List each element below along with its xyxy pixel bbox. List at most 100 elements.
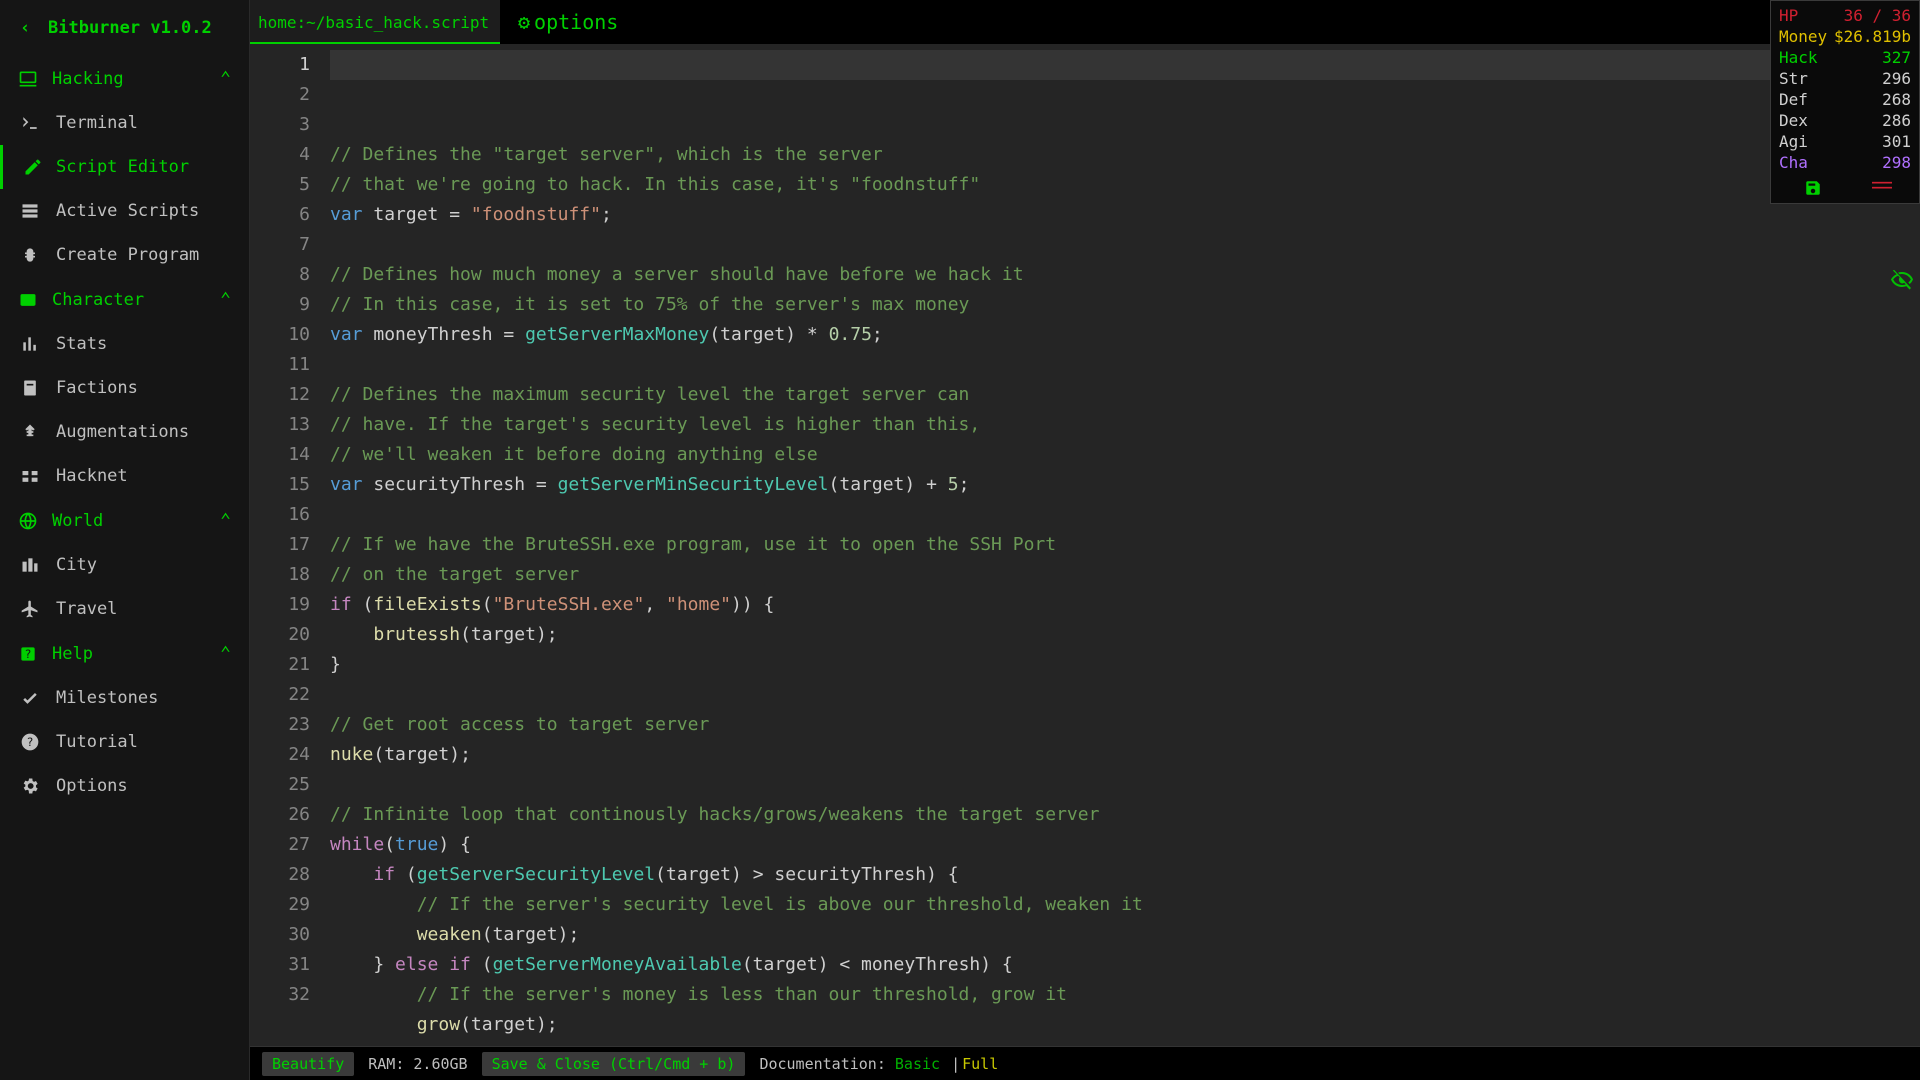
doc-basic-link[interactable]: Basic (895, 1055, 940, 1073)
app-title[interactable]: ‹ Bitburner v1.0.2 (0, 10, 249, 56)
nav-script-editor[interactable]: Script Editor (0, 145, 249, 189)
options-button[interactable]: ⚙ options (500, 0, 636, 44)
code-line[interactable]: // that we're going to hack. In this cas… (330, 170, 1920, 200)
nav-stats[interactable]: Stats (0, 322, 249, 366)
code-line[interactable]: // Infinite loop that continously hacks/… (330, 800, 1920, 830)
beautify-button[interactable]: Beautify (262, 1052, 354, 1076)
code-line[interactable] (330, 680, 1920, 710)
main-area: home:~/basic_hack.script ⚙ options 12345… (250, 0, 1920, 1080)
doc-label: Documentation: Basic |Full (759, 1055, 998, 1073)
section-hacking[interactable]: Hacking (0, 56, 249, 101)
money-value: $26.819b (1834, 27, 1911, 46)
code-line[interactable] (330, 230, 1920, 260)
code-editor[interactable]: 1234567891011121314151617181920212223242… (250, 44, 1920, 1046)
section-label: Help (52, 644, 93, 664)
contacts-icon (20, 378, 40, 398)
editor-tabs: home:~/basic_hack.script ⚙ options (250, 0, 1920, 44)
line-number: 15 (250, 470, 310, 500)
code-line[interactable]: // have. If the target's security level … (330, 410, 1920, 440)
line-number: 31 (250, 950, 310, 980)
line-number: 29 (250, 890, 310, 920)
code-line[interactable]: } (330, 650, 1920, 680)
line-number: 26 (250, 800, 310, 830)
city-icon (20, 555, 40, 575)
nav-label: Active Scripts (56, 201, 199, 221)
nav-label: City (56, 555, 97, 575)
nav-tutorial[interactable]: ? Tutorial (0, 720, 249, 764)
section-label: Character (52, 290, 144, 310)
save-close-button[interactable]: Save & Close (Ctrl/Cmd + b) (482, 1052, 746, 1076)
hp-value: 36 / 36 (1844, 6, 1911, 25)
code-line[interactable]: } else if (getServerMoneyAvailable(targe… (330, 950, 1920, 980)
card-icon (18, 290, 38, 310)
code-line[interactable]: // Defines the maximum security level th… (330, 380, 1920, 410)
code-line[interactable]: // Defines how much money a server shoul… (330, 260, 1920, 290)
chevron-up-icon (220, 643, 231, 664)
code-line[interactable]: var securityThresh = getServerMinSecurit… (330, 470, 1920, 500)
code-area[interactable]: // Defines the "target server", which is… (330, 44, 1920, 1046)
code-line[interactable]: brutessh(target); (330, 620, 1920, 650)
code-line[interactable] (330, 500, 1920, 530)
section-label: Hacking (52, 69, 124, 89)
line-number: 18 (250, 560, 310, 590)
line-number: 4 (250, 140, 310, 170)
code-line[interactable] (330, 350, 1920, 380)
terminal-icon (20, 113, 40, 133)
line-number: 28 (250, 860, 310, 890)
code-line[interactable]: } else { (330, 1040, 1920, 1046)
nav-label: Augmentations (56, 422, 189, 442)
line-number: 11 (250, 350, 310, 380)
code-line[interactable]: var moneyThresh = getServerMaxMoney(targ… (330, 320, 1920, 350)
section-world[interactable]: World (0, 498, 249, 543)
section-help[interactable]: ? Help (0, 631, 249, 676)
nav-create-program[interactable]: Create Program (0, 233, 249, 277)
code-line[interactable]: var target = "foodnstuff"; (330, 200, 1920, 230)
code-line[interactable]: nuke(target); (330, 740, 1920, 770)
nav-milestones[interactable]: Milestones (0, 676, 249, 720)
tab-active-file[interactable]: home:~/basic_hack.script (250, 0, 500, 44)
code-line[interactable]: // In this case, it is set to 75% of the… (330, 290, 1920, 320)
code-line[interactable]: // on the target server (330, 560, 1920, 590)
cha-value: 298 (1882, 153, 1911, 172)
nav-terminal[interactable]: Terminal (0, 101, 249, 145)
laptop-icon (18, 69, 38, 89)
nav-factions[interactable]: Factions (0, 366, 249, 410)
code-line[interactable]: // Defines the "target server", which is… (330, 140, 1920, 170)
sidebar: ‹ Bitburner v1.0.2 Hacking Terminal Scri… (0, 0, 250, 1080)
code-line[interactable]: // we'll weaken it before doing anything… (330, 440, 1920, 470)
nav-label: Factions (56, 378, 138, 398)
nav-active-scripts[interactable]: Active Scripts (0, 189, 249, 233)
nav-travel[interactable]: Travel (0, 587, 249, 631)
code-line[interactable]: grow(target); (330, 1010, 1920, 1040)
code-line[interactable] (330, 770, 1920, 800)
code-line[interactable]: // If the server's money is less than ou… (330, 980, 1920, 1010)
kill-all-icon[interactable] (1872, 179, 1892, 197)
help-icon: ? (20, 732, 40, 752)
dex-value: 286 (1882, 111, 1911, 130)
nav-augmentations[interactable]: Augmentations (0, 410, 249, 454)
section-character[interactable]: Character (0, 277, 249, 322)
settings-icon (20, 776, 40, 796)
save-icon[interactable] (1804, 179, 1822, 197)
visibility-off-icon[interactable] (1890, 268, 1914, 292)
doc-full-link[interactable]: Full (962, 1055, 998, 1073)
plane-icon (20, 599, 40, 619)
line-number: 24 (250, 740, 310, 770)
line-number: 9 (250, 290, 310, 320)
code-line[interactable]: // Get root access to target server (330, 710, 1920, 740)
stats-panel: HP36 / 36 Money$26.819b Hack327 Str296 D… (1770, 0, 1920, 204)
line-number: 13 (250, 410, 310, 440)
code-line[interactable]: // If the server's security level is abo… (330, 890, 1920, 920)
code-line[interactable]: while(true) { (330, 830, 1920, 860)
nav-label: Options (56, 776, 128, 796)
nav-hacknet[interactable]: Hacknet (0, 454, 249, 498)
nav-city[interactable]: City (0, 543, 249, 587)
nav-options[interactable]: Options (0, 764, 249, 808)
line-number: 8 (250, 260, 310, 290)
code-line[interactable]: weaken(target); (330, 920, 1920, 950)
code-line[interactable]: if (fileExists("BruteSSH.exe", "home")) … (330, 590, 1920, 620)
def-value: 268 (1882, 90, 1911, 109)
code-line[interactable]: // If we have the BruteSSH.exe program, … (330, 530, 1920, 560)
code-line[interactable]: if (getServerSecurityLevel(target) > sec… (330, 860, 1920, 890)
chevron-up-icon (220, 510, 231, 531)
